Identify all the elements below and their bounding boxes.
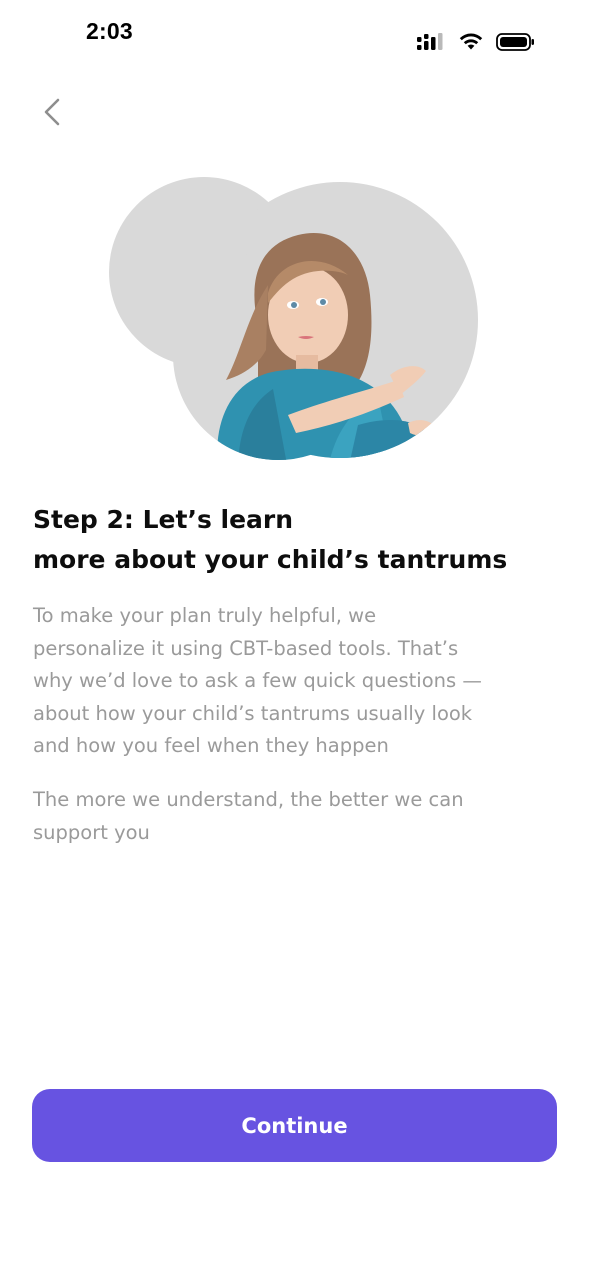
description-line: why we’d love to ask a few quick questio…	[33, 669, 482, 692]
hero-illustration	[108, 175, 480, 470]
status-bar: 2:03	[0, 0, 589, 70]
description-line: personalize it using CBT-based tools. Th…	[33, 636, 459, 660]
chevron-left-icon	[41, 96, 63, 133]
support-line: The more we understand, the better we ca…	[33, 788, 464, 811]
child-photo	[109, 177, 478, 460]
page-title: Step 2: Let’s learn more about your chil…	[33, 500, 563, 580]
back-button[interactable]	[32, 92, 72, 136]
support-line: support you	[33, 820, 150, 844]
signal-icon	[416, 32, 446, 57]
description-paragraph: To make your plan truly helpful, we pers…	[33, 600, 563, 763]
description-line: To make your plan truly helpful, we	[33, 604, 377, 627]
battery-icon	[496, 32, 536, 57]
page-title-line-1: Step 2: Let’s learn	[33, 505, 294, 534]
description-line: and how you feel when they happen	[33, 734, 389, 757]
page-title-line-2: more about your child’s tantrums	[33, 545, 508, 574]
status-icons	[416, 32, 536, 57]
support-paragraph: The more we understand, the better we ca…	[33, 784, 563, 849]
wifi-icon	[458, 32, 484, 57]
status-time: 2:03	[86, 18, 133, 44]
continue-button[interactable]: Continue	[32, 1089, 557, 1162]
description-line: about how your child’s tantrums usually …	[33, 701, 473, 725]
